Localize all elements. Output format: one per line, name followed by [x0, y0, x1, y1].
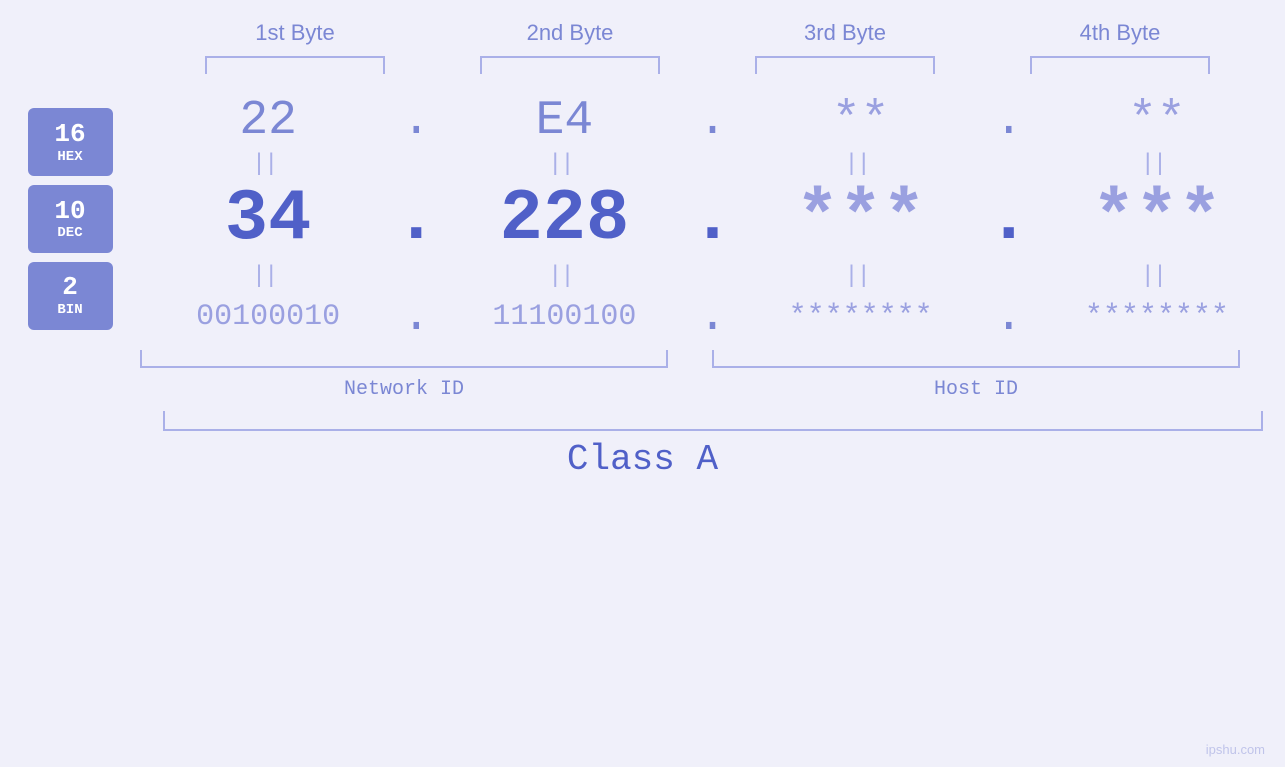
dec-b3-cell: ***	[733, 178, 989, 260]
dec-b3: ***	[796, 178, 926, 260]
bin-b2-cell: 11100100	[436, 300, 692, 334]
eq1-b3: ||	[733, 149, 989, 177]
bin-b2: 11100100	[492, 300, 636, 334]
bracket-cell-3	[708, 56, 983, 74]
dec-b2: 228	[500, 178, 630, 260]
hex-b3-cell: **	[733, 94, 989, 148]
eq2-b3: ||	[733, 261, 989, 289]
class-label: Class A	[0, 439, 1285, 480]
bracket-top-1	[205, 56, 385, 74]
eq2-b4: ||	[1029, 261, 1285, 289]
top-brackets	[158, 56, 1258, 74]
dec-label: DEC	[57, 225, 82, 241]
byte1-header: 1st Byte	[158, 20, 433, 46]
dec-b4: ***	[1092, 178, 1222, 260]
bracket-cell-2	[433, 56, 708, 74]
dec-dot3: .	[989, 178, 1029, 260]
class-bracket	[163, 411, 1263, 431]
hex-b4: **	[1128, 94, 1186, 148]
byte3-header: 3rd Byte	[708, 20, 983, 46]
hex-label: HEX	[57, 149, 82, 165]
dec-b2-cell: 228	[436, 178, 692, 260]
bin-badge: 2 BIN	[28, 262, 113, 330]
eq1-b2: ||	[436, 149, 692, 177]
bin-b1-cell: 00100010	[140, 300, 396, 334]
bin-dot1: .	[396, 290, 436, 344]
content-wrapper: 16 HEX 10 DEC 2 BIN 22 . E4	[0, 94, 1285, 344]
eq-row-2: || || || ||	[140, 260, 1285, 290]
eq1-b4: ||	[1029, 149, 1285, 177]
bottom-bracket-row	[140, 350, 1240, 374]
dec-dot2: .	[693, 178, 733, 260]
hex-dot1: .	[396, 94, 436, 148]
bin-dot2: .	[693, 290, 733, 344]
grid-area: 22 . E4 . ** . ** || ||	[140, 94, 1285, 344]
byte4-header: 4th Byte	[983, 20, 1258, 46]
host-id-bracket	[712, 350, 1240, 368]
dec-dot1: .	[396, 178, 436, 260]
bin-dot3: .	[989, 290, 1029, 344]
bin-row: 00100010 . 11100100 . ******** . *******…	[140, 290, 1285, 344]
eq2-b2: ||	[436, 261, 692, 289]
bin-label: BIN	[57, 302, 82, 318]
main-container: 1st Byte 2nd Byte 3rd Byte 4th Byte 16 H…	[0, 0, 1285, 767]
bracket-top-4	[1030, 56, 1210, 74]
hex-b4-cell: **	[1029, 94, 1285, 148]
hex-row: 22 . E4 . ** . **	[140, 94, 1285, 148]
bin-b3-cell: ********	[733, 300, 989, 334]
hex-dot2: .	[693, 94, 733, 148]
network-id-bracket	[140, 350, 668, 368]
bracket-top-3	[755, 56, 935, 74]
hex-b2: E4	[536, 94, 594, 148]
dec-b1-cell: 34	[140, 178, 396, 260]
eq-row-1: || || || ||	[140, 148, 1285, 178]
dec-b1: 34	[225, 178, 311, 260]
bin-b4: ********	[1085, 300, 1229, 334]
labels-column: 16 HEX 10 DEC 2 BIN	[0, 94, 140, 344]
hex-b2-cell: E4	[436, 94, 692, 148]
hex-b1: 22	[239, 94, 297, 148]
dec-b4-cell: ***	[1029, 178, 1285, 260]
dec-row: 34 . 228 . *** . ***	[140, 178, 1285, 260]
dec-number: 10	[54, 197, 85, 226]
byte2-header: 2nd Byte	[433, 20, 708, 46]
eq1-b1: ||	[140, 149, 396, 177]
hex-number: 16	[54, 120, 85, 149]
network-id-label: Network ID	[140, 378, 668, 401]
host-id-label: Host ID	[712, 378, 1240, 401]
hex-b1-cell: 22	[140, 94, 396, 148]
bin-b3: ********	[789, 300, 933, 334]
hex-b3: **	[832, 94, 890, 148]
eq2-b1: ||	[140, 261, 396, 289]
hex-dot3: .	[989, 94, 1029, 148]
watermark: ipshu.com	[1206, 742, 1265, 757]
id-labels-row: Network ID Host ID	[140, 378, 1240, 401]
bin-b4-cell: ********	[1029, 300, 1285, 334]
bin-number: 2	[62, 273, 78, 302]
bin-b1: 00100010	[196, 300, 340, 334]
bracket-cell-1	[158, 56, 433, 74]
byte-headers: 1st Byte 2nd Byte 3rd Byte 4th Byte	[158, 20, 1258, 46]
hex-badge: 16 HEX	[28, 108, 113, 176]
bracket-cell-4	[983, 56, 1258, 74]
dec-badge: 10 DEC	[28, 185, 113, 253]
bottom-section: Network ID Host ID	[0, 350, 1285, 401]
bracket-top-2	[480, 56, 660, 74]
